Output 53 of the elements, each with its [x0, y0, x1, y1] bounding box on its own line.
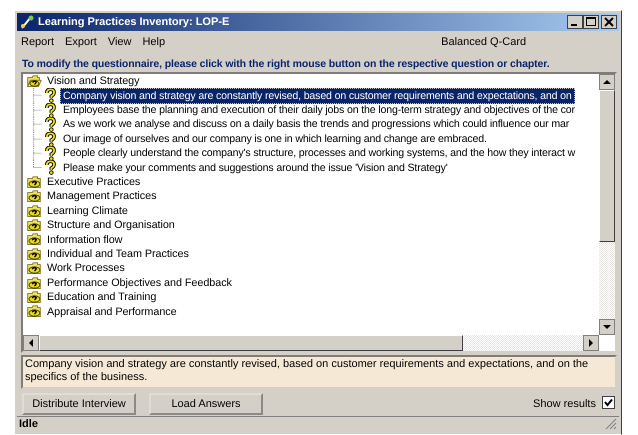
show-results-checkbox[interactable]	[602, 396, 615, 409]
app-icon	[19, 14, 35, 30]
tree-item[interactable]: Company vision and strategy are constantly revised, based on customer requirements and expectations, and on	[60, 88, 575, 104]
action-button[interactable]: Load Answers	[149, 393, 263, 416]
tree-item[interactable]: Learning Climate	[44, 202, 131, 219]
scroll-right-button[interactable]	[583, 335, 599, 352]
tree-item[interactable]: Structure and Organisation	[44, 217, 178, 234]
tree-item[interactable]: Vision and Strategy	[44, 74, 142, 90]
window-title: Learning Practices Inventory: LOP-E	[38, 16, 230, 28]
tree-line	[33, 102, 42, 118]
instruction-text: To modify the questionnaire, please click with the right mouse button on the respective question or chapter.	[22, 58, 551, 70]
tree-item[interactable]: Performance Objectives and Feedback	[44, 274, 235, 291]
question-icon	[42, 88, 58, 103]
tree-item[interactable]: Work Processes	[44, 260, 128, 276]
question-icon	[42, 102, 58, 118]
menu-item[interactable]: Export	[65, 36, 97, 48]
scroll-left-button[interactable]	[23, 335, 39, 352]
horizontal-scrollbar[interactable]	[23, 335, 599, 352]
tree-line	[33, 88, 42, 103]
tree-line	[33, 132, 42, 146]
tree-line	[33, 117, 42, 132]
close-button[interactable]	[601, 15, 617, 29]
scroll-thumb[interactable]	[599, 90, 615, 242]
menu-item[interactable]: Help	[142, 36, 166, 48]
scroll-thumb[interactable]	[39, 335, 463, 352]
card-label: Balanced Q-Card	[441, 36, 526, 48]
question-icon	[42, 146, 58, 160]
question-icon	[42, 117, 58, 132]
tree-item[interactable]: Please make your comments and suggestions around the issue 'Vision and Strategy'	[60, 160, 451, 176]
question-icon	[42, 160, 58, 175]
status-text: Idle	[19, 418, 38, 430]
tree-item[interactable]: Executive Practices	[44, 174, 144, 190]
tree-item[interactable]: Individual and Team Practices	[44, 246, 192, 262]
tree-item[interactable]: People clearly understand the company's structure, processes and working systems, and the how they interact w	[60, 145, 578, 162]
tree-item[interactable]: Our image of ourselves and our company is one in which learning and change are embraced.	[60, 130, 490, 147]
menu-item[interactable]: Report	[21, 36, 54, 48]
tree-item[interactable]: Information flow	[44, 232, 126, 248]
scroll-down-button[interactable]	[599, 319, 615, 336]
vertical-scrollbar[interactable]	[599, 74, 615, 336]
description-text: Company vision and strategy are constantly revised, based on customer requirements and expectations, and on the specifics of the business.	[21, 355, 617, 390]
minimize-button[interactable]	[567, 15, 583, 29]
show-results-label: Show results	[533, 398, 596, 410]
menu-item[interactable]: View	[108, 36, 132, 48]
tree-item[interactable]: Management Practices	[44, 188, 160, 204]
maximize-button[interactable]	[583, 15, 599, 29]
scroll-up-button[interactable]	[599, 74, 615, 90]
tree-item[interactable]: Appraisal and Performance	[44, 304, 180, 320]
action-button[interactable]: Distribute Interview	[22, 393, 136, 416]
resize-grip-icon[interactable]	[605, 418, 617, 430]
tree-item[interactable]: As we work we analyse and discuss on a daily basis the trends and progressions which could influence our mar	[60, 116, 572, 132]
tree-item[interactable]: Employees base the planning and execution of their daily jobs on the long-term strategy and objectives of the cor	[60, 102, 578, 118]
tree-item[interactable]: Education and Training	[44, 289, 160, 306]
question-icon	[42, 132, 58, 146]
